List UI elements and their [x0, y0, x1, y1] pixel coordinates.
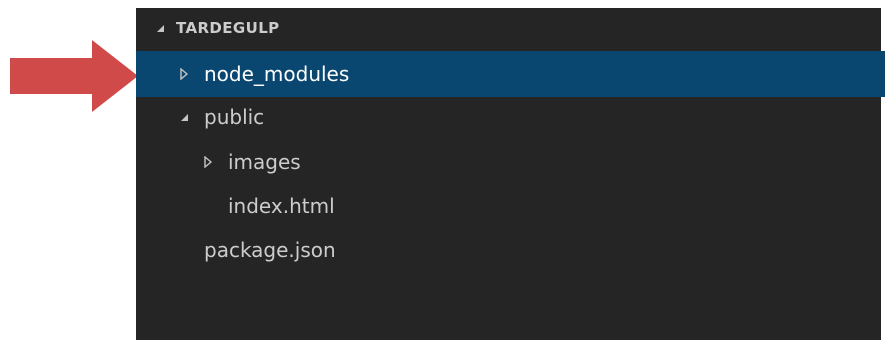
file-explorer-panel: TARDEGULP node_modules public images ind… — [136, 8, 885, 340]
tree-item-public[interactable]: public — [136, 94, 885, 140]
chevron-right-icon[interactable] — [200, 154, 216, 170]
tree-item-label: package.json — [204, 238, 336, 262]
tree-item-package-json[interactable]: package.json — [136, 227, 885, 273]
tree-item-node-modules[interactable]: node_modules — [136, 51, 885, 97]
chevron-right-icon[interactable] — [176, 66, 192, 82]
tree-item-index-html[interactable]: index.html — [136, 183, 885, 229]
tree-item-label: node_modules — [204, 62, 350, 86]
tree-item-images[interactable]: images — [136, 139, 885, 185]
tree-item-label: images — [228, 150, 301, 174]
section-title: TARDEGULP — [176, 19, 280, 37]
tree-item-label: public — [204, 105, 265, 129]
tree-item-label: index.html — [228, 194, 335, 218]
chevron-down-icon[interactable] — [176, 109, 192, 125]
explorer-section-header[interactable]: TARDEGULP — [136, 8, 885, 48]
arrow-right-icon — [10, 40, 138, 112]
chevron-down-icon — [152, 20, 168, 36]
screenshot-stage: TARDEGULP node_modules public images ind… — [0, 0, 885, 340]
